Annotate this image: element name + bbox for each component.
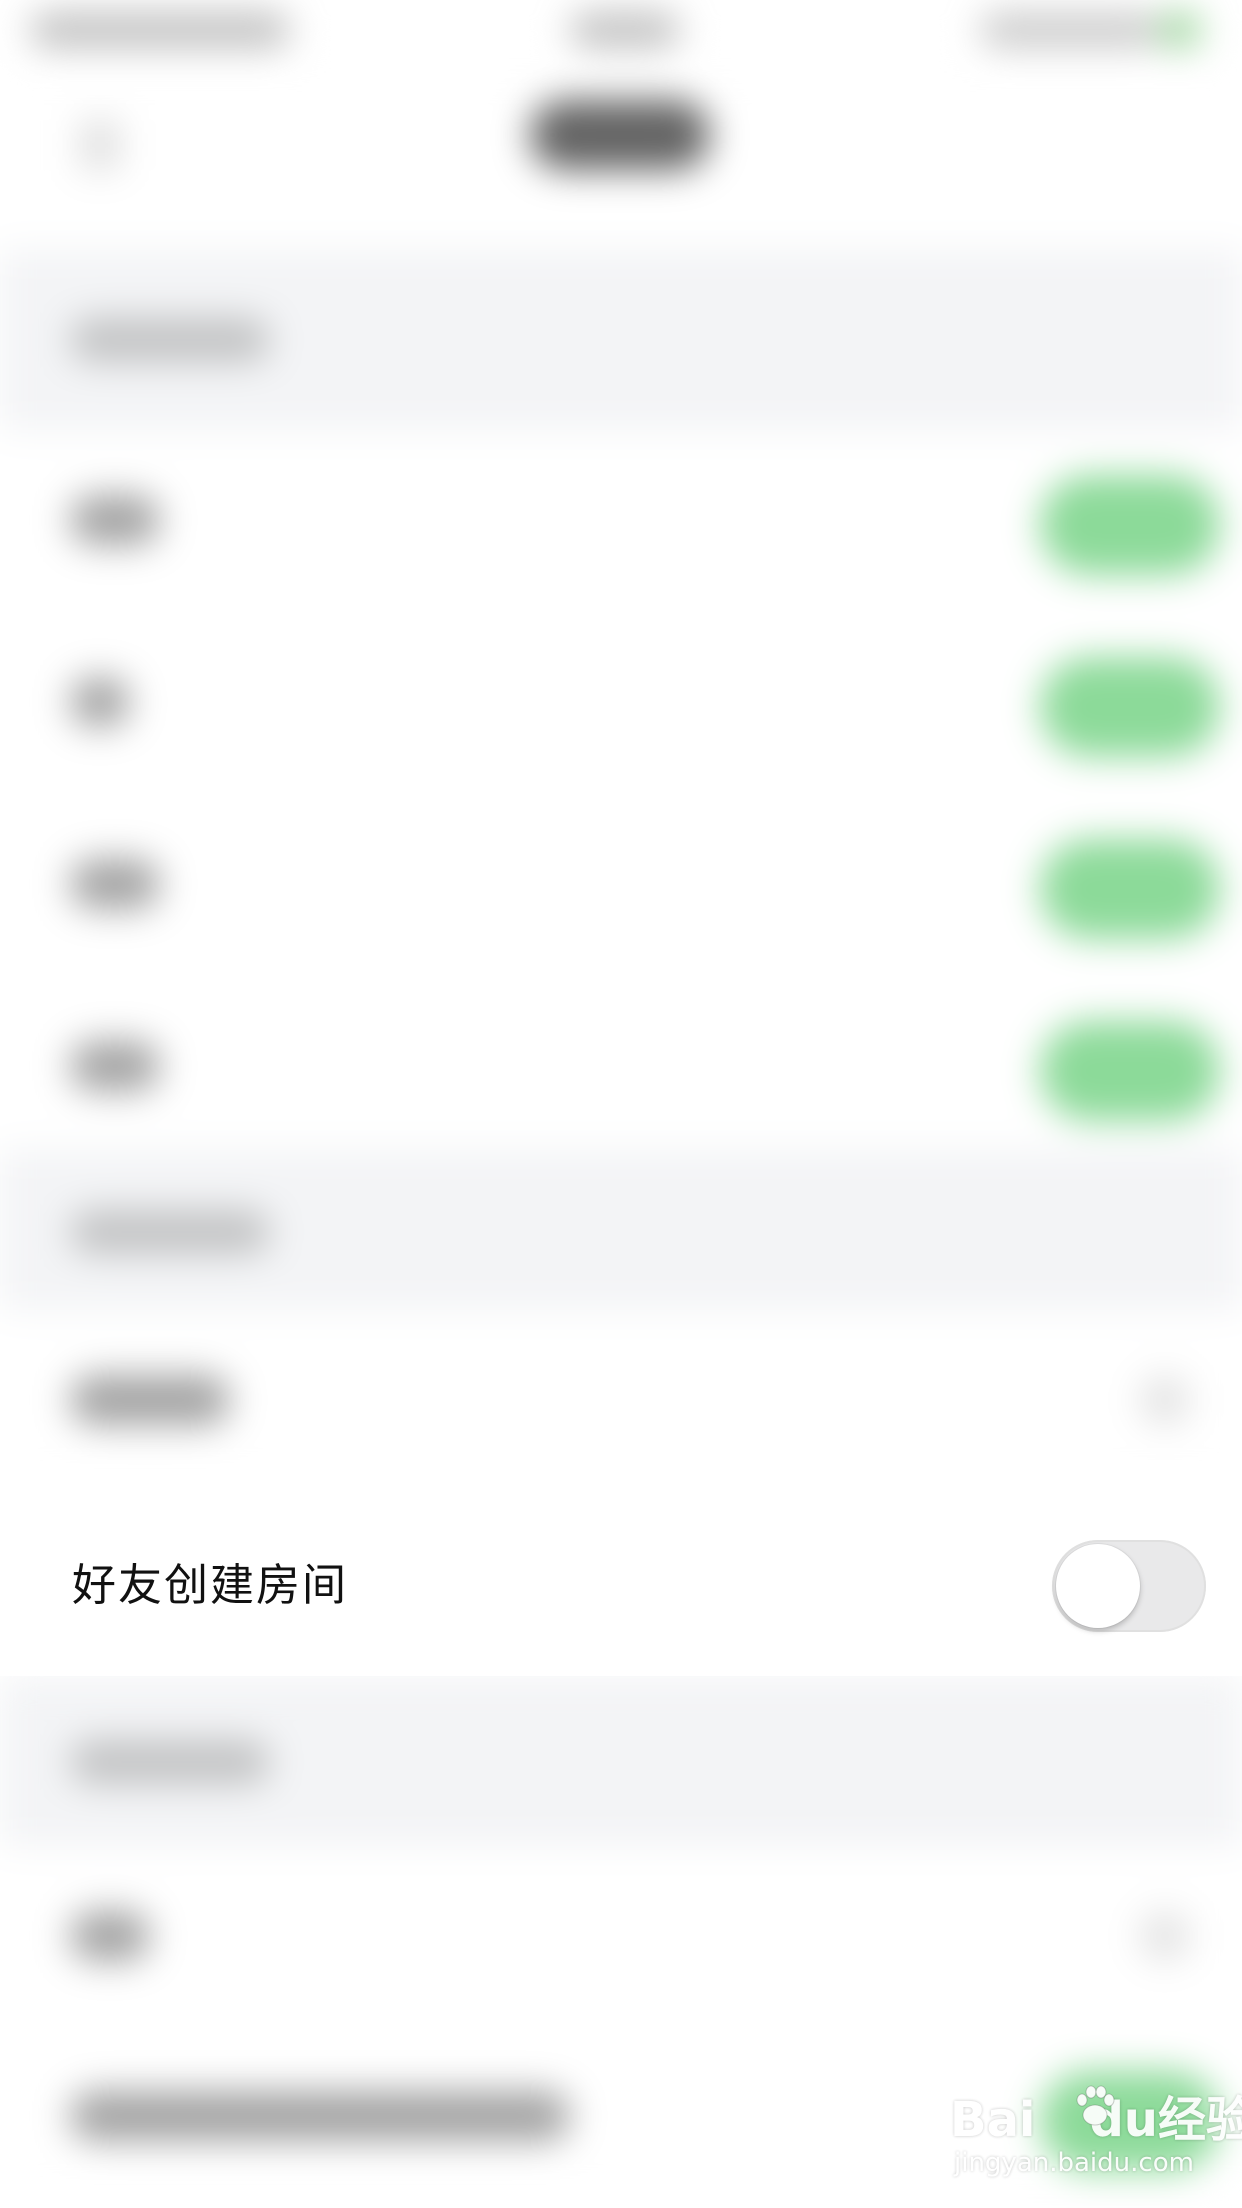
watermark-url: jingyan.baidu.com	[954, 2148, 1194, 2178]
switch-on-blob[interactable]	[1040, 1021, 1220, 1121]
row-label-blob	[70, 677, 130, 727]
row-label-blob	[70, 1375, 230, 1425]
status-bar	[0, 0, 1242, 60]
section-header-blob	[70, 1210, 270, 1254]
switch-on-blob[interactable]	[1040, 657, 1220, 757]
row-label: 好友创建房间	[72, 1560, 348, 1611]
watermark-brand-cn: 经验	[1157, 2092, 1242, 2148]
toggle-knob	[1056, 1544, 1140, 1628]
battery-icon	[1160, 12, 1200, 48]
section-header-3	[0, 1676, 1242, 1846]
watermark-brand-latin-1: Bai	[950, 2092, 1036, 2148]
friend-create-room-toggle[interactable]	[1052, 1540, 1206, 1632]
switch-on-blob[interactable]	[1040, 475, 1220, 575]
settings-row-friend-create-room[interactable]: 好友创建房间	[0, 1496, 1242, 1676]
row-label-blob	[70, 2091, 570, 2141]
settings-row-5[interactable]	[0, 1310, 1242, 1492]
paw-icon	[1076, 2085, 1115, 2126]
switch-on-blob[interactable]	[1040, 839, 1220, 939]
row-label-blob	[70, 1041, 160, 1091]
chevron-right-icon	[1140, 1911, 1190, 1961]
section-header-2	[0, 1150, 1242, 1310]
section-header-blob	[70, 1740, 270, 1784]
chevron-right-icon	[1140, 1375, 1190, 1425]
section-header-1	[0, 250, 1242, 430]
status-time-blob	[570, 12, 680, 48]
back-chevron-icon[interactable]	[80, 120, 120, 170]
section-header-blob	[70, 318, 270, 362]
blurred-background	[0, 0, 1242, 2208]
settings-page: 好友创建房间 Bai du经验 jingyan.baidu.com	[0, 0, 1242, 2208]
row-label-blob	[70, 495, 160, 545]
row-label-blob	[70, 859, 160, 909]
nav-bar	[0, 60, 1242, 250]
baidu-jingyan-watermark: Bai du经验 jingyan.baidu.com	[950, 2080, 1242, 2190]
status-indicators-blob	[980, 12, 1160, 48]
status-carrier-blob	[30, 12, 290, 48]
nav-title-blob	[530, 100, 710, 170]
row-label-blob	[70, 1911, 150, 1961]
center-highlight	[320, 540, 880, 1020]
settings-row-6[interactable]	[0, 1846, 1242, 2026]
